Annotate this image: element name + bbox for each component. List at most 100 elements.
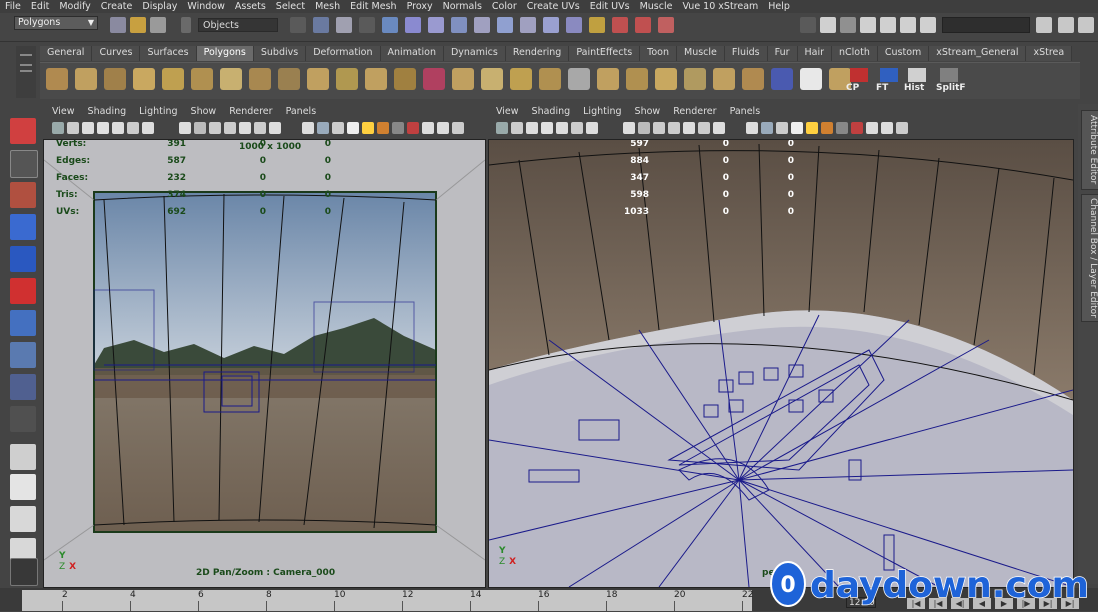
menu-color[interactable]: Color	[487, 1, 522, 12]
tab-attribute-editor[interactable]: Attribute Editor	[1081, 110, 1098, 190]
torus-tool-icon[interactable]	[191, 68, 213, 90]
menu-vue-10-xstream[interactable]: Vue 10 xStream	[677, 1, 763, 12]
history-icon[interactable]	[405, 17, 421, 33]
separate-tool-icon[interactable]	[394, 68, 416, 90]
reduce-tool-icon[interactable]	[510, 68, 532, 90]
right-safe-action-icon[interactable]	[668, 122, 680, 134]
sphere-tool-icon[interactable]	[46, 68, 68, 90]
right-viewport-menu-show[interactable]: Show	[635, 106, 674, 120]
snap-grid-icon[interactable]	[290, 17, 306, 33]
left-select-camera-icon[interactable]	[52, 122, 64, 134]
right-film-gate-icon[interactable]	[586, 122, 598, 134]
left-viewport-menu-panels[interactable]: Panels	[286, 106, 330, 120]
left-film-gate-icon[interactable]	[142, 122, 154, 134]
create-polygon-tool-icon[interactable]	[684, 68, 706, 90]
four-pane-layout-icon[interactable]	[10, 474, 36, 500]
right-grid-icon[interactable]	[571, 122, 583, 134]
hypershade-icon[interactable]	[497, 17, 513, 33]
construction-history-icon[interactable]	[658, 17, 674, 33]
ipr-render-icon[interactable]	[451, 17, 467, 33]
soft-modification-icon[interactable]	[10, 342, 36, 368]
right-viewport-menu-lighting[interactable]: Lighting	[583, 106, 634, 120]
fill-hole-tool-icon[interactable]	[626, 68, 648, 90]
left-resolution-gate-icon[interactable]	[179, 122, 191, 134]
left-motion-blur-icon[interactable]	[407, 122, 419, 134]
mode-selector[interactable]: Polygons ▼	[14, 16, 98, 30]
right-bounding-box-icon[interactable]	[761, 122, 773, 134]
save-scene-icon[interactable]	[150, 17, 166, 33]
prism-tool-icon[interactable]	[220, 68, 242, 90]
right-viewport-menu-renderer[interactable]: Renderer	[673, 106, 729, 120]
shelf-tab-curves[interactable]: Curves	[92, 46, 141, 61]
right-viewport-menu-panels[interactable]: Panels	[730, 106, 774, 120]
right-shadows-icon[interactable]	[821, 122, 833, 134]
menu-display[interactable]: Display	[137, 1, 182, 12]
left-image-plane-icon[interactable]	[97, 122, 109, 134]
cylinder-tool-icon[interactable]	[104, 68, 126, 90]
split-polygon-tool-icon[interactable]	[742, 68, 764, 90]
snap-plane-icon[interactable]	[359, 17, 375, 33]
right-bookmark-icon[interactable]	[526, 122, 538, 134]
left-default-material-icon[interactable]	[347, 122, 359, 134]
shelf-tab-rendering[interactable]: Rendering	[505, 46, 570, 61]
snap-curve-icon[interactable]	[313, 17, 329, 33]
tab-channel-box[interactable]: Channel Box / Layer Editor	[1081, 194, 1098, 322]
cone-tool-icon[interactable]	[133, 68, 155, 90]
time-slider[interactable]: 2 4 6 8 10 12 14 16 18 20 22	[22, 590, 753, 611]
paint-select-tool-icon[interactable]	[10, 182, 36, 208]
search-input[interactable]	[942, 17, 1030, 33]
left-2d-pan-zoom-icon[interactable]	[112, 122, 124, 134]
right-viewport-menu-view[interactable]: View	[496, 106, 532, 120]
right-isolate-select-icon[interactable]	[866, 122, 878, 134]
left-xray-icon[interactable]	[332, 122, 344, 134]
ft-tool-icon[interactable]	[880, 68, 898, 82]
render-settings-icon[interactable]	[474, 17, 490, 33]
right-viewport-menu-shading[interactable]: Shading	[532, 106, 584, 120]
menu-modify[interactable]: Modify	[54, 1, 95, 12]
make-hole-tool-icon[interactable]	[655, 68, 677, 90]
shelf-tab-toon[interactable]: Toon	[640, 46, 677, 61]
custom-layout-icon[interactable]	[10, 558, 38, 586]
shelf-tab-subdivs[interactable]: Subdivs	[253, 46, 307, 61]
menu-create[interactable]: Create	[96, 1, 138, 12]
pipe-tool-icon[interactable]	[278, 68, 300, 90]
lasso-tool-icon[interactable]	[10, 150, 38, 178]
left-grid-icon[interactable]	[127, 122, 139, 134]
left-flat-shade-icon[interactable]	[302, 122, 314, 134]
left-viewport-menu-lighting[interactable]: Lighting	[139, 106, 190, 120]
menu-help[interactable]: Help	[763, 1, 795, 12]
soccer-ball-tool-icon[interactable]	[336, 68, 358, 90]
render-view-icon[interactable]	[820, 17, 836, 33]
shelf-tab-muscle[interactable]: Muscle	[677, 46, 725, 61]
left-safe-title-icon[interactable]	[239, 122, 251, 134]
snap-point-icon[interactable]	[336, 17, 352, 33]
right-flat-shade-icon[interactable]	[746, 122, 758, 134]
input-ops-icon[interactable]	[612, 17, 628, 33]
show-manipulator-icon[interactable]	[10, 374, 36, 400]
left-viewport[interactable]: Verts: 391 0 0 Edges: 587 0 0 Faces: 232 0 0 Tris: 37…	[43, 139, 486, 588]
last-tool-icon[interactable]	[10, 406, 36, 432]
shelf-menu-handle[interactable]	[16, 46, 36, 98]
menu-mesh[interactable]: Mesh	[310, 1, 345, 12]
cleanup-tool-icon[interactable]	[539, 68, 561, 90]
menu-edit-mesh[interactable]: Edit Mesh	[345, 1, 401, 12]
menu-muscle[interactable]: Muscle	[635, 1, 678, 12]
smooth-tool-icon[interactable]	[481, 68, 503, 90]
move-tool-icon[interactable]	[10, 214, 36, 240]
graph-editor-icon[interactable]	[566, 17, 582, 33]
select-tool-icon[interactable]	[10, 118, 36, 144]
right-xray-joints-icon[interactable]	[881, 122, 893, 134]
right-default-material-icon[interactable]	[791, 122, 803, 134]
menu-select[interactable]: Select	[271, 1, 310, 12]
insert-edge-loop-tool-icon[interactable]	[771, 68, 793, 90]
left-viewport-menu-view[interactable]: View	[52, 106, 88, 120]
shelf-tab-ncloth[interactable]: nCloth	[832, 46, 878, 61]
menu-normals[interactable]: Normals	[438, 1, 487, 12]
append-polygon-tool-icon[interactable]	[713, 68, 735, 90]
right-texture-icon[interactable]	[896, 122, 908, 134]
shelf-tab-fluids[interactable]: Fluids	[724, 46, 768, 61]
layout-icon[interactable]	[920, 17, 936, 33]
show-attribute-editor-icon[interactable]	[1036, 17, 1052, 33]
shelf-tab-xstream-general[interactable]: xStream_General	[929, 46, 1027, 61]
window-icon[interactable]	[900, 17, 916, 33]
